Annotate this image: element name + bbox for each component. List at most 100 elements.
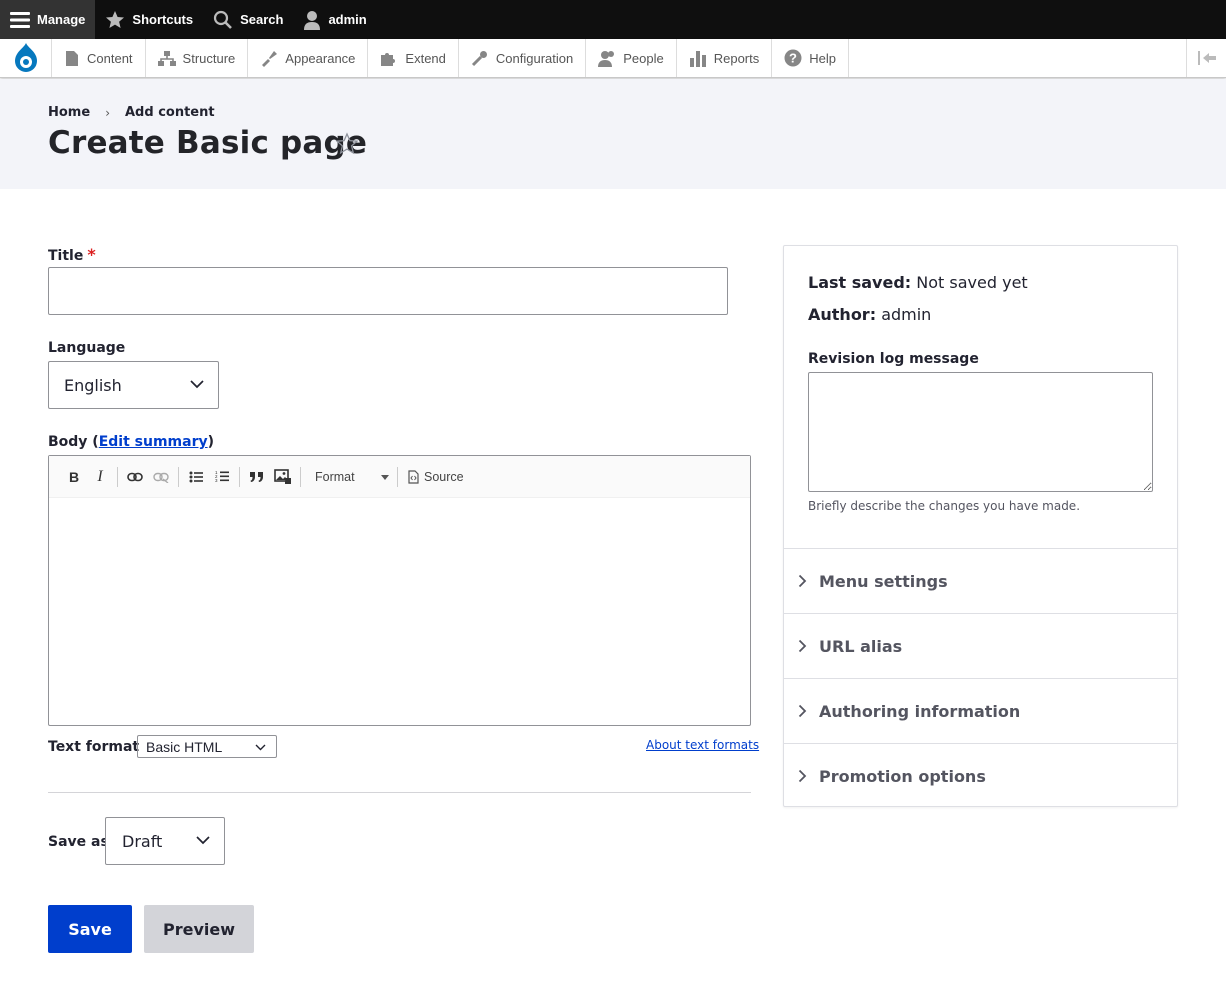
breadcrumb-add-content[interactable]: Add content <box>125 105 215 120</box>
tray-label-structure: Structure <box>182 50 236 66</box>
tray-item-content[interactable]: Content <box>52 39 146 77</box>
promotion-options-label: Promotion options <box>819 766 986 786</box>
page-title: Create Basic page <box>48 125 368 161</box>
manage-button[interactable]: Manage <box>0 0 96 39</box>
authoring-information-label: Authoring information <box>819 701 1021 721</box>
tray-label-extend: Extend <box>405 50 446 66</box>
author: Author: admin <box>808 305 931 324</box>
format-label: Format <box>315 469 355 484</box>
body-editor: B I 123 Format Source <box>48 455 751 726</box>
save-as-select[interactable]: Draft <box>105 817 225 865</box>
chevron-right-icon <box>798 704 807 718</box>
bulleted-list-icon <box>189 471 203 482</box>
tray-item-configuration[interactable]: Configuration <box>459 39 587 77</box>
toolbar-separator <box>300 466 301 487</box>
people-icon <box>598 50 615 67</box>
toolbar-separator <box>117 466 118 487</box>
editor-content-area[interactable] <box>49 498 750 724</box>
edit-summary-link[interactable]: Edit summary <box>99 434 208 450</box>
svg-text:3: 3 <box>215 478 218 483</box>
text-format-value: Basic HTML <box>146 738 223 755</box>
preview-button[interactable]: Preview <box>144 905 254 953</box>
tray-item-appearance[interactable]: Appearance <box>248 39 369 77</box>
tray-label-configuration: Configuration <box>495 50 574 66</box>
search-button[interactable]: Search <box>203 0 293 39</box>
meta-sidebar: Last saved: Not saved yet Author: admin … <box>783 245 1178 807</box>
menu-icon <box>10 11 30 29</box>
language-value: English <box>64 375 122 395</box>
authoring-information-toggle[interactable]: Authoring information <box>784 678 1177 743</box>
shortcut-star-icon[interactable] <box>335 132 359 160</box>
numbered-list-button[interactable]: 123 <box>209 464 235 490</box>
puzzle-icon <box>381 52 396 66</box>
author-label: Author: <box>808 305 877 324</box>
star-icon <box>105 10 125 30</box>
toolbar-separator <box>397 466 398 487</box>
breadcrumb-home[interactable]: Home <box>48 105 90 120</box>
drupal-drop-icon <box>14 43 37 72</box>
tray-label-help: Help <box>809 50 836 66</box>
insert-image-button[interactable] <box>270 464 296 490</box>
title-input[interactable] <box>48 267 728 315</box>
body-label-prefix: Body ( <box>48 434 99 450</box>
blockquote-button[interactable] <box>244 464 270 490</box>
bold-button[interactable]: B <box>61 464 87 490</box>
about-text-formats-link[interactable]: About text formats <box>646 738 759 752</box>
tray-item-help[interactable]: ? Help <box>772 39 849 77</box>
shortcuts-button[interactable]: Shortcuts <box>95 0 203 39</box>
language-label: Language <box>48 340 126 356</box>
help-icon: ? <box>784 49 802 67</box>
title-label: Title * <box>48 245 96 264</box>
bulleted-list-button[interactable] <box>183 464 209 490</box>
revision-log-textarea[interactable] <box>808 372 1153 492</box>
drupal-logo[interactable] <box>0 39 52 77</box>
tray-item-structure[interactable]: Structure <box>146 39 249 77</box>
menu-settings-toggle[interactable]: Menu settings <box>784 548 1177 613</box>
chevron-down-icon <box>190 380 204 389</box>
svg-text:?: ? <box>789 51 797 66</box>
author-value: admin <box>881 305 932 324</box>
source-button[interactable]: Source <box>402 470 464 484</box>
collapse-tray-button[interactable] <box>1186 39 1226 77</box>
tray-item-reports[interactable]: Reports <box>677 39 773 77</box>
tray-label-content: Content <box>87 50 133 66</box>
unlink-icon <box>153 472 169 483</box>
italic-button[interactable]: I <box>87 464 113 490</box>
revision-log-label: Revision log message <box>808 351 979 367</box>
manage-label: Manage <box>37 12 86 27</box>
link-icon <box>127 472 143 481</box>
save-as-value: Draft <box>122 831 163 851</box>
tray-label-appearance: Appearance <box>285 50 356 66</box>
quote-icon <box>250 471 263 482</box>
link-button[interactable] <box>122 464 148 490</box>
title-label-text: Title <box>48 248 84 264</box>
language-select[interactable]: English <box>48 361 219 409</box>
sitemap-icon <box>157 50 176 66</box>
paintbrush-icon <box>262 50 278 67</box>
unlink-button[interactable] <box>148 464 174 490</box>
breadcrumb-separator: › <box>105 105 110 120</box>
chevron-right-icon <box>798 769 807 783</box>
promotion-options-toggle[interactable]: Promotion options <box>784 743 1177 808</box>
tray-item-extend[interactable]: Extend <box>368 39 459 77</box>
search-icon <box>213 10 233 30</box>
editor-toolbar: B I 123 Format Source <box>49 456 750 498</box>
tray-label-people: People <box>623 50 664 66</box>
breadcrumb: Home › Add content <box>48 105 215 120</box>
url-alias-label: URL alias <box>819 636 903 656</box>
chevron-right-icon <box>798 574 807 588</box>
revision-log-help: Briefly describe the changes you have ma… <box>808 499 1081 513</box>
save-button[interactable]: Save <box>48 905 132 953</box>
numbered-list-icon: 123 <box>215 470 229 483</box>
image-icon <box>274 468 291 484</box>
page-icon <box>66 50 78 66</box>
text-format-select[interactable]: Basic HTML <box>137 735 277 758</box>
admin-toolbar: Manage Shortcuts Search admin <box>0 0 1226 39</box>
format-dropdown[interactable]: Format <box>305 470 393 484</box>
user-button[interactable]: admin <box>293 0 376 39</box>
divider <box>48 792 751 793</box>
url-alias-toggle[interactable]: URL alias <box>784 613 1177 678</box>
tray-item-people[interactable]: People <box>586 39 677 77</box>
wrench-icon <box>471 50 487 66</box>
user-icon <box>303 10 321 30</box>
